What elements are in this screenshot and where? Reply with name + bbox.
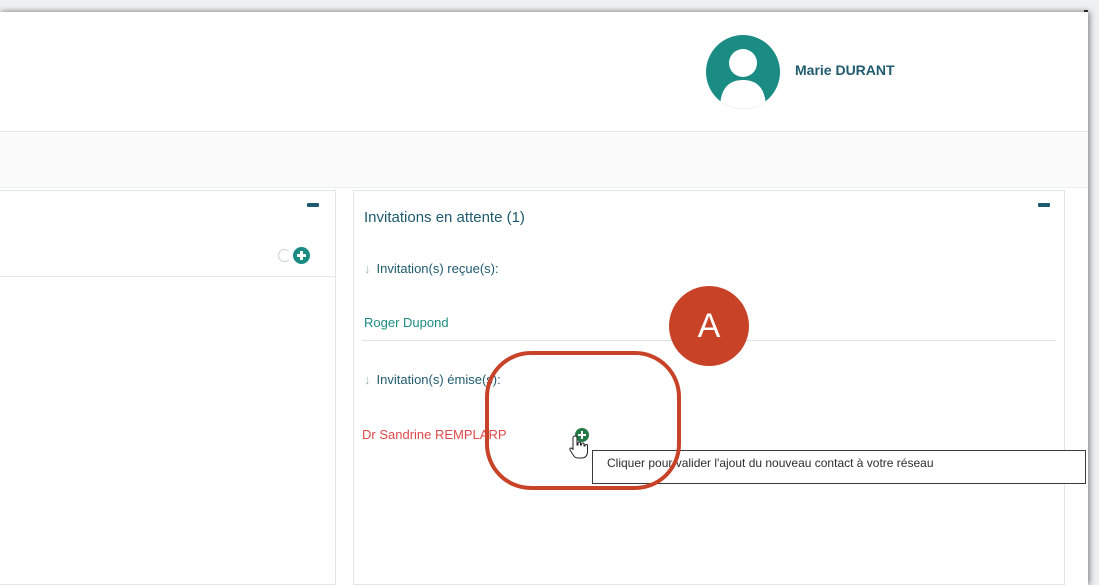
invitations-panel: Invitations en attente (1) ↓ Invitation(s…	[353, 190, 1065, 585]
arrow-down-icon: ↓	[364, 261, 371, 276]
collapse-minus-icon[interactable]	[307, 203, 319, 207]
panel-title: Invitations en attente (1)	[364, 209, 525, 226]
user-silhouette-icon	[720, 49, 766, 109]
arrow-down-icon: ↓	[364, 372, 371, 387]
collapse-minus-icon[interactable]	[1038, 203, 1050, 207]
refresh-icon[interactable]	[278, 249, 291, 262]
annotation-badge: A	[669, 286, 749, 366]
app-window: Marie DURANT Invitations en attente (1) …	[0, 12, 1088, 585]
screenshot-frame: Marie DURANT Invitations en attente (1) …	[0, 0, 1099, 585]
contacts-panel	[0, 190, 336, 585]
add-contact-plus-icon[interactable]	[293, 247, 310, 264]
sub-toolbar	[0, 133, 1088, 188]
top-header: Marie DURANT	[0, 12, 1088, 132]
highlight-ring	[485, 351, 681, 490]
received-heading: ↓ Invitation(s) reçue(s):	[364, 261, 499, 276]
panel-divider	[0, 276, 335, 277]
received-contact[interactable]: Roger Dupond	[364, 315, 449, 330]
received-heading-label: Invitation(s) reçue(s):	[376, 261, 499, 276]
user-name[interactable]: Marie DURANT	[795, 62, 895, 78]
sent-heading: ↓ Invitation(s) émise(s):	[364, 372, 501, 387]
sent-heading-label: Invitation(s) émise(s):	[376, 372, 501, 387]
user-avatar[interactable]	[706, 35, 780, 109]
